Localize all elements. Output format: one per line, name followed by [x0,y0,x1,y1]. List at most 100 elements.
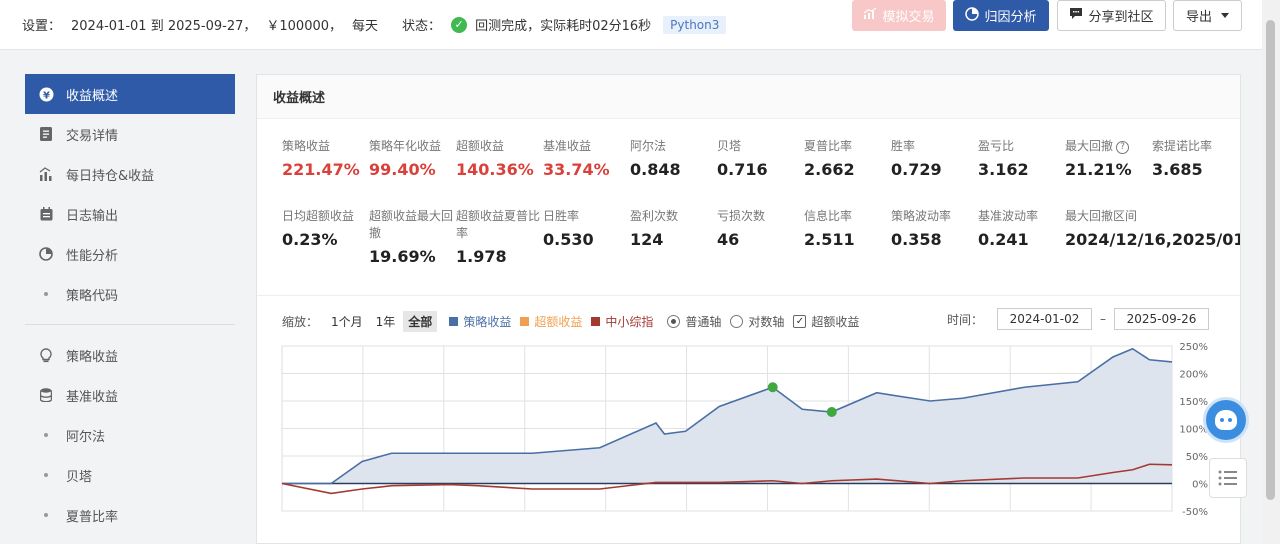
normal-axis-radio[interactable]: 普通轴 [667,313,721,330]
metric-value: 19.69% [369,247,436,266]
metric-strategy-return: 策略收益 221.47% [282,138,369,179]
sidebar-item-log-output[interactable]: 日志输出 [25,194,235,234]
calendar-icon [38,207,54,221]
metric-sharpe: 夏普比率 2.662 [804,138,891,179]
start-date-input[interactable]: 2024-01-02 [997,308,1093,330]
legend-benchmark[interactable]: 中小综指 [591,313,653,330]
sidebar-item-label: 交易详情 [66,128,119,144]
metric-value: 124 [630,230,664,249]
sidebar-item-beta[interactable]: 贝塔 [25,455,235,495]
drawdown-marker [767,382,778,393]
return-chart[interactable]: 250%200%150%100%50%0%-50% [277,341,1212,516]
zoom-all-button[interactable]: 全部 [403,310,438,332]
metric-benchmark-volatility: 基准波动率 0.241 [978,208,1065,249]
sidebar-item-label: 基准收益 [66,389,119,405]
log-axis-radio[interactable]: 对数轴 [730,313,784,330]
panel-title: 收益概述 [257,75,1240,119]
checkbox-icon: ✓ [793,314,807,328]
metric-label: 策略波动率 [891,209,952,223]
export-label: 导出 [1185,10,1212,25]
metric-value: 221.47% [282,160,360,179]
database-icon [38,388,54,402]
sidebar-item-daily-holdings[interactable]: 每日持仓&收益 [25,154,235,194]
sidebar-item-alpha[interactable]: 阿尔法 [25,415,235,455]
attribution-analysis-button[interactable]: 归因分析 [953,0,1049,31]
list-icon [1218,470,1237,486]
sidebar-item-strategy-code[interactable]: 策略代码 [25,274,235,314]
metric-loss-count: 亏损次数 46 [717,208,804,249]
sidebar-item-performance[interactable]: 性能分析 [25,234,235,274]
sidebar-item-strategy-return[interactable]: 策略收益 [25,335,235,375]
return-overview-panel: 收益概述 策略收益 221.47% 策略年化收益 99.40% 超额收益 140… [256,74,1241,544]
sidebar-item-label: 性能分析 [66,248,119,264]
metric-label: 日均超额收益 [282,209,355,223]
time-label: 时间： [947,312,984,327]
section-divider [257,295,1240,296]
metric-value: 0.848 [630,160,681,179]
help-icon[interactable]: ? [1116,141,1130,154]
sidebar-item-benchmark-return[interactable]: 基准收益 [25,375,235,415]
sidebar-item-label: 日志输出 [66,208,119,224]
sidebar-item-label: 夏普比率 [66,509,119,525]
sidebar: ¥ 收益概述 交易详情 每日持仓&收益 日志输出 性能分析 策略代码 策略收益 … [4,50,256,544]
scrollbar-thumb[interactable] [1266,20,1275,500]
metric-value: 33.74% [543,160,610,179]
metric-label: 超额收益最大回撤 [369,209,454,240]
metric-value: 99.40% [369,160,436,179]
bullet-icon [44,292,48,296]
metric-label: 信息比率 [804,209,853,223]
capital: ￥100000， [266,19,343,34]
bullet-icon [44,433,48,437]
export-dropdown[interactable]: 导出 [1173,0,1242,31]
y-tick-label: -50% [1182,507,1208,516]
metric-excess-sharpe: 超额收益夏普比率 1.978 [456,208,543,266]
share-community-button[interactable]: 分享到社区 [1057,0,1166,31]
metric-value: 0.530 [543,230,594,249]
end-date-input[interactable]: 2025-09-26 [1114,308,1210,330]
metric-daily-excess: 日均超额收益 0.23% [282,208,369,249]
sidebar-item-sharpe[interactable]: 夏普比率 [25,495,235,535]
sidebar-item-label: 策略收益 [66,349,119,365]
metric-label-wrap: 最大回撤? [1065,138,1152,155]
metric-win-rate: 胜率 0.729 [891,138,978,179]
metric-label: 超额收益 [456,139,505,153]
sidebar-item-return-overview[interactable]: ¥ 收益概述 [25,74,235,114]
excess-return-checkbox[interactable]: ✓ 超额收益 [793,313,859,330]
zoom-1-month-button[interactable]: 1个月 [326,311,368,332]
metric-value: 21.21% [1065,160,1132,179]
drawdown-marker [826,407,837,417]
sidebar-item-trade-details[interactable]: 交易详情 [25,114,235,154]
legend-label: 策略收益 [463,314,512,329]
zoom-1-year-button[interactable]: 1年 [371,311,401,332]
metric-label: 索提诺比率 [1152,139,1213,153]
list-menu-button[interactable] [1209,458,1247,498]
legend-excess[interactable]: 超额收益 [520,313,582,330]
metric-label: 盈利次数 [630,209,679,223]
metric-win-count: 盈利次数 124 [630,208,717,249]
metric-alpha: 阿尔法 0.848 [630,138,717,179]
pie-chart-icon [965,6,980,25]
radio-icon [730,314,744,328]
metric-label: 策略收益 [282,139,331,153]
date-range: 2024-01-01 到 2025-09-27， [71,19,257,34]
metric-value: 2.511 [804,230,855,249]
page-scrollbar[interactable] [1262,0,1280,544]
y-tick-label: 250% [1179,342,1208,353]
legend-strategy[interactable]: 策略收益 [449,313,511,330]
top-bar: 设置： 2024-01-01 到 2025-09-27， ￥100000， 每天… [0,0,1262,50]
metric-label: 阿尔法 [630,139,667,153]
metric-label: 贝塔 [717,139,742,153]
document-icon [38,127,54,141]
assistant-bot-icon[interactable] [1203,397,1249,443]
chart-controls: 缩放： 1个月 1年 全部 策略收益 超额收益 中小综指 普通轴 对数轴 ✓ 超额… [282,310,859,332]
metric-info-ratio: 信息比率 2.511 [804,208,891,249]
metric-max-drawdown-range: 最大回撤区间 2024/12/16,2025/01/ [1065,208,1240,249]
metric-value: 2.662 [804,160,855,179]
metric-value: 1.978 [456,247,507,266]
status-text: 回测完成，实际耗时02分16秒 [475,19,652,34]
simulate-trade-button[interactable]: 模拟交易 [852,0,946,31]
y-tick-label: 50% [1186,452,1208,463]
metric-label: 策略年化收益 [369,139,442,153]
bulb-icon [38,347,54,363]
yuan-icon: ¥ [38,87,54,102]
